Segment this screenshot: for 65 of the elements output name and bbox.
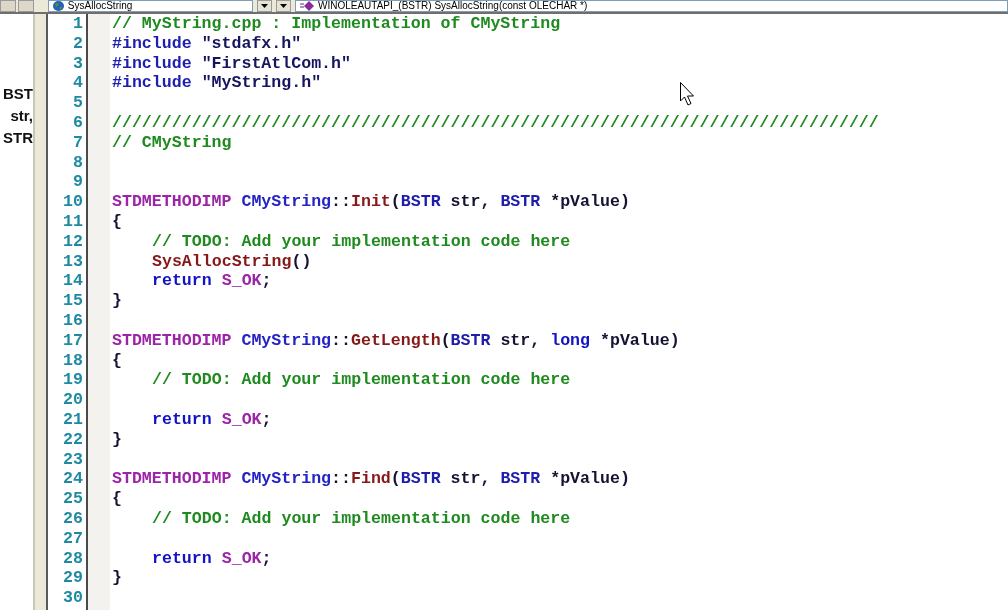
line-number: 27 [63, 528, 83, 549]
line-number: 29 [63, 568, 83, 589]
code-line: // TODO: Add your implementation code here [152, 370, 571, 391]
code-line: SysAllocString() [152, 251, 312, 272]
code-line: // MyString.cpp : Implementation of CMyString [112, 14, 561, 34]
member-combo[interactable]: WINOLEAUTAPI_(BSTR) SysAllocString(const OLECHAR *) [294, 0, 1008, 12]
splitter-bar[interactable] [33, 14, 48, 610]
code-line: // TODO: Add your implementation code here [152, 508, 571, 529]
class-combo[interactable]: SysAllocString [47, 0, 254, 12]
code-line: #include "MyString.h" [112, 73, 322, 94]
line-number: 20 [63, 390, 83, 410]
code-line: return S_OK; [152, 409, 272, 430]
dropdown-button[interactable] [276, 0, 291, 12]
line-number: 14 [63, 271, 83, 292]
line-number: 17 [63, 330, 83, 351]
code-line: #include "FirstAtlCom.h" [112, 53, 351, 74]
line-number: 25 [63, 489, 83, 509]
code-line: } [112, 568, 122, 589]
code-line: return S_OK; [152, 548, 272, 569]
dropdown-button[interactable] [257, 0, 272, 12]
line-number: 19 [63, 370, 83, 391]
line-number: 28 [63, 548, 83, 569]
line-number: 6 [73, 113, 83, 133]
caret-icon [261, 4, 268, 8]
line-number: 22 [63, 429, 83, 450]
line-number: 1 [73, 14, 83, 34]
line-number: 13 [63, 251, 83, 272]
line-number: 3 [73, 53, 83, 74]
code-line: { [112, 211, 122, 232]
line-number: 30 [63, 588, 83, 608]
line-number: 10 [63, 192, 83, 212]
line-number: 12 [63, 231, 83, 252]
code-line: STDMETHODIMP CMyString::Find(BSTR str, BSTR *pValue) [112, 469, 630, 490]
tree-item-text[interactable]: str, [10, 108, 33, 124]
line-number: 26 [63, 508, 83, 529]
line-number: 7 [73, 132, 83, 153]
code-line: { [112, 350, 122, 371]
line-number: 24 [63, 469, 83, 490]
line-number: 2 [73, 33, 83, 54]
code-line: ///////////////////////////////////////////////////////////////////////////// [112, 113, 879, 133]
line-number: 9 [73, 172, 83, 193]
globe-icon [52, 1, 64, 11]
tree-item-text[interactable]: BST [3, 86, 33, 102]
diamond-icon [299, 1, 314, 11]
tree-item-text[interactable]: STR [3, 130, 33, 146]
line-number: 18 [63, 350, 83, 371]
code-line: STDMETHODIMP CMyString::Init(BSTR str, BSTR *pValue) [112, 192, 630, 212]
mouse-pointer-icon [680, 82, 695, 106]
code-line: } [112, 429, 122, 450]
code-line: } [112, 291, 122, 311]
line-number: 11 [63, 211, 83, 232]
line-number: 5 [73, 93, 83, 113]
code-line: #include "stdafx.h" [112, 33, 302, 54]
code-line: // CMyString [112, 132, 232, 153]
line-number: 23 [63, 449, 83, 470]
code-line: { [112, 489, 122, 509]
line-number: 8 [73, 152, 83, 173]
line-number: 16 [63, 310, 83, 331]
line-number: 21 [63, 409, 83, 430]
code-line: return S_OK; [152, 271, 272, 292]
line-number: 15 [63, 291, 83, 311]
code-line: // TODO: Add your implementation code here [152, 231, 571, 252]
code-line: STDMETHODIMP CMyString::GetLength(BSTR str, long *pValue) [112, 330, 680, 351]
line-number: 4 [73, 73, 83, 94]
caret-icon [279, 4, 287, 8]
